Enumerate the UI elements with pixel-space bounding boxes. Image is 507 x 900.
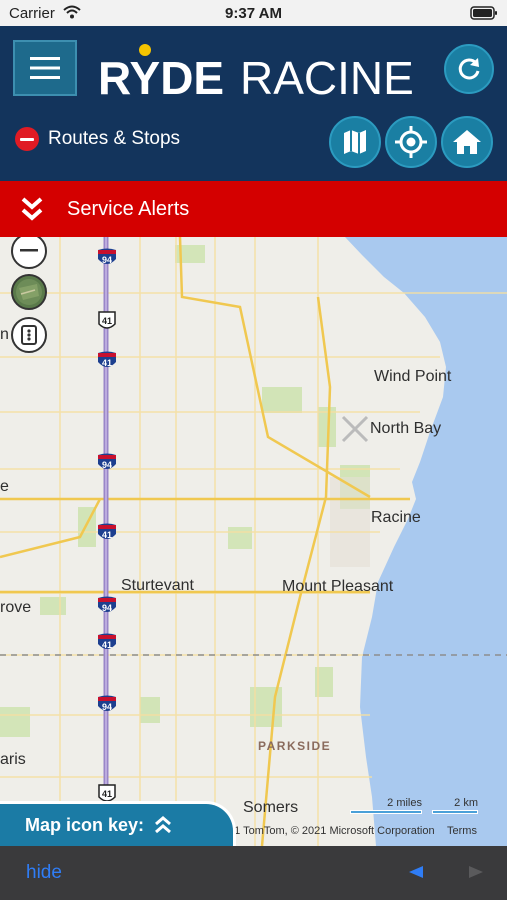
routes-stops-toggle[interactable]: Routes & Stops	[15, 127, 180, 151]
svg-text:41: 41	[102, 316, 112, 326]
collapse-minus-icon	[15, 127, 39, 151]
forward-arrow-icon[interactable]	[469, 866, 483, 878]
service-alerts-bar[interactable]: Service Alerts	[0, 181, 507, 237]
scale-bar	[432, 810, 478, 814]
svg-text:94: 94	[102, 702, 112, 712]
refresh-button[interactable]	[444, 44, 494, 94]
menu-button[interactable]	[13, 40, 77, 96]
bottom-toolbar: hide	[0, 846, 507, 900]
svg-text:94: 94	[102, 460, 112, 470]
app-header: RYDE RACINE Routes & Stops	[0, 26, 507, 181]
map-icon-key-label: Map icon key:	[25, 814, 145, 835]
svg-text:RACINE: RACINE	[240, 52, 414, 102]
place-label: Sturtevant	[121, 577, 194, 594]
interstate-41-shield-icon: 41	[98, 351, 116, 368]
place-label: rove	[0, 599, 32, 616]
home-button[interactable]	[441, 116, 493, 168]
map-icon	[344, 130, 366, 154]
place-label: North Bay	[370, 420, 442, 437]
map-tiles	[0, 237, 507, 846]
svg-text:RYDE: RYDE	[98, 52, 224, 102]
interstate-94-shield-icon: 94	[98, 248, 116, 265]
hamburger-icon	[30, 57, 60, 79]
scale-km: 2 km	[432, 797, 478, 814]
service-alerts-label: Service Alerts	[67, 197, 190, 220]
aerial-view-button[interactable]	[11, 274, 47, 310]
map-view-button[interactable]	[329, 116, 381, 168]
double-chevron-down-icon	[21, 197, 43, 221]
panel-dots-icon	[21, 325, 37, 345]
double-chevron-up-icon	[155, 816, 172, 834]
place-label: Wind Point	[374, 368, 452, 385]
terms-link[interactable]: Terms	[447, 825, 477, 837]
map-copyright: 21 TomTom, © 2021 Microsoft Corporation	[228, 825, 435, 837]
svg-text:41: 41	[102, 789, 112, 799]
map-view[interactable]: 94 41 41 94 41 94 41 94 41 Wind Point No…	[0, 237, 507, 846]
hide-button[interactable]: hide	[26, 862, 62, 884]
svg-text:94: 94	[102, 255, 112, 265]
interstate-41-shield-icon: 41	[98, 633, 116, 650]
locate-me-button[interactable]	[385, 116, 437, 168]
place-label: Mount Pleasant	[282, 578, 394, 595]
interstate-94-shield-icon: 94	[98, 695, 116, 712]
place-label: n	[0, 326, 9, 343]
svg-text:94: 94	[102, 603, 112, 613]
battery-icon	[470, 6, 497, 20]
routes-stops-label: Routes & Stops	[48, 128, 181, 149]
place-label: Somers	[243, 799, 299, 816]
map-icon-key-tab[interactable]: Map icon key:	[0, 801, 236, 846]
scale-miles-label: 2 miles	[387, 797, 422, 809]
interstate-94-shield-icon: 94	[98, 453, 116, 470]
svg-text:41: 41	[102, 640, 112, 650]
place-label: PARKSIDE	[258, 739, 332, 753]
us-41-shield-icon: 41	[98, 311, 116, 329]
crosshair-icon	[395, 126, 427, 158]
place-label: Racine	[371, 509, 421, 526]
place-label: e	[0, 478, 9, 495]
ryde-racine-logo: RYDE RACINE	[98, 44, 414, 102]
map-style-button[interactable]	[11, 317, 47, 353]
place-label: aris	[0, 751, 26, 768]
status-bar: Carrier 9:37 AM	[0, 0, 507, 26]
svg-text:41: 41	[102, 358, 112, 368]
satellite-icon	[16, 279, 42, 305]
status-time: 9:37 AM	[225, 5, 282, 22]
scale-bar	[350, 810, 422, 814]
back-arrow-icon[interactable]	[409, 866, 423, 878]
interstate-94-shield-icon: 94	[98, 596, 116, 613]
svg-text:41: 41	[102, 530, 112, 540]
scale-km-label: 2 km	[454, 797, 478, 809]
refresh-icon	[458, 58, 480, 80]
scale-miles: 2 miles	[350, 797, 422, 814]
home-icon	[453, 130, 481, 154]
minus-icon	[20, 249, 38, 252]
interstate-41-shield-icon: 41	[98, 523, 116, 540]
